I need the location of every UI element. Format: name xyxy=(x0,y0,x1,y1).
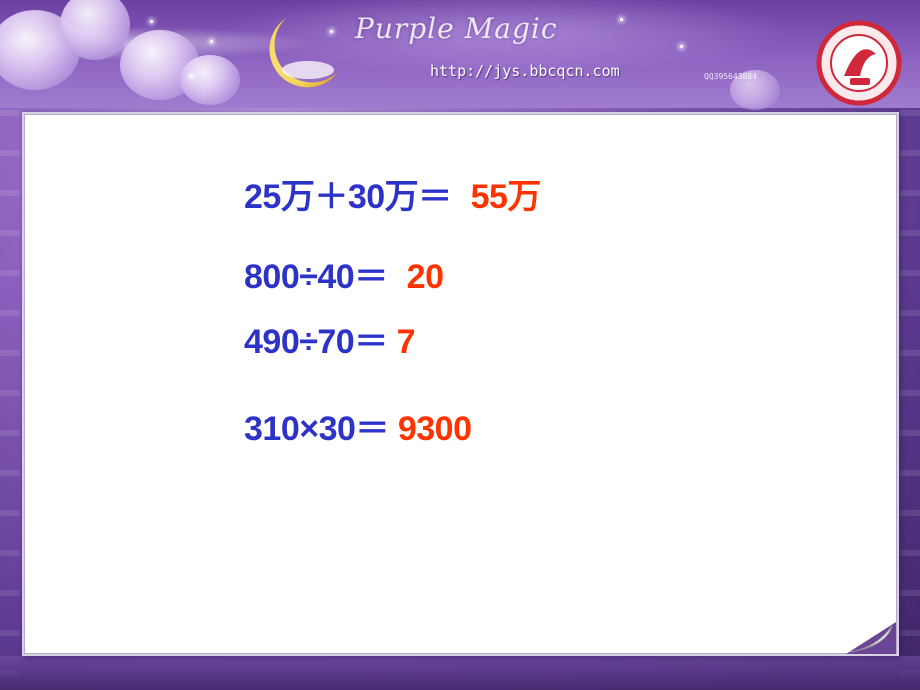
brand-title: Purple Magic xyxy=(355,12,558,45)
equation-line: 310×30＝ 9300 xyxy=(244,409,472,449)
header-banner: Purple Magic http://jys.bbcqcn.com QQ395… xyxy=(0,0,920,110)
equation-answer: 55万 xyxy=(470,178,542,216)
bottom-border-decoration xyxy=(0,656,920,690)
left-border-decoration xyxy=(0,110,20,690)
qq-number: QQ395643884 xyxy=(704,72,757,81)
equation-expression: 490÷70＝ xyxy=(244,323,388,361)
equation-expression: 310×30＝ xyxy=(244,410,389,448)
equation-expression: 800÷40＝ xyxy=(244,258,388,296)
equation-answer: 20 xyxy=(406,258,444,296)
crescent-moon-icon xyxy=(269,18,338,88)
slide: Purple Magic http://jys.bbcqcn.com QQ395… xyxy=(0,0,920,690)
equation-line: 25万＋30万＝ 55万 xyxy=(244,177,541,217)
page-curl-icon xyxy=(846,622,896,654)
equation-answer: 7 xyxy=(396,323,416,361)
right-border-decoration xyxy=(900,110,920,690)
equation-expression: 25万＋30万＝ xyxy=(244,178,452,216)
equation-line: 490÷70＝ 7 xyxy=(244,322,416,362)
lotus-flower-decoration xyxy=(180,55,240,105)
site-url: http://jys.bbcqcn.com xyxy=(430,62,620,80)
school-badge-icon xyxy=(816,20,902,106)
equation-line: 800÷40＝ 20 xyxy=(244,257,444,297)
equation-answer: 9300 xyxy=(397,410,472,448)
